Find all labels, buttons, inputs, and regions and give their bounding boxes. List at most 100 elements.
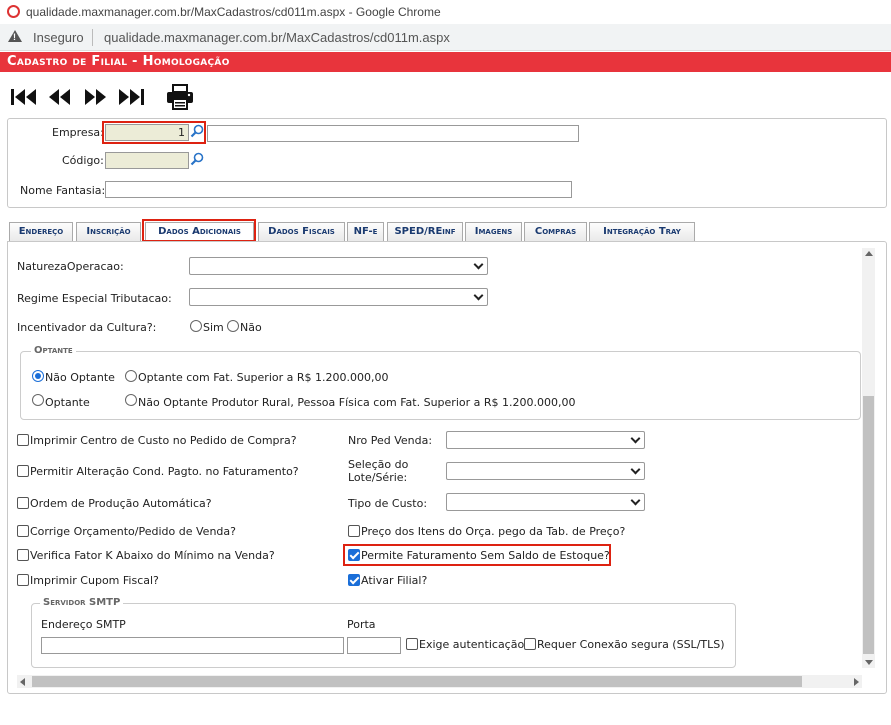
codigo-label: Código: [62, 154, 104, 167]
horizontal-scrollbar[interactable] [17, 675, 862, 688]
permitir-alteracao-checkbox[interactable] [17, 465, 29, 477]
corrige-orcamento-label: Corrige Orçamento/Pedido de Venda? [30, 525, 236, 538]
vertical-scrollbar[interactable] [862, 248, 875, 668]
imprimir-centro-custo-checkbox[interactable] [17, 434, 29, 446]
imprimir-centro-custo-label: Imprimir Centro de Custo no Pedido de Co… [30, 434, 297, 447]
incentivador-nao-radio[interactable] [227, 320, 239, 332]
tab-compras[interactable]: Compras [524, 222, 587, 242]
chevron-down-icon [473, 259, 484, 270]
smtp-fieldset [31, 603, 736, 668]
preco-itens-checkbox[interactable] [348, 525, 360, 537]
tab-imagens[interactable]: Imagens [465, 222, 522, 242]
permitir-alteracao-label: Permitir Alteração Cond. Pagto. no Fatur… [30, 465, 299, 478]
corrige-orcamento-checkbox[interactable] [17, 525, 29, 537]
smtp-porta-label: Porta [347, 618, 376, 631]
chevron-down-icon [473, 290, 484, 301]
permite-faturamento-checkbox[interactable] [348, 549, 360, 561]
nome-fantasia-input[interactable] [105, 181, 572, 198]
smtp-endereco-label: Endereço SMTP [41, 618, 126, 631]
incentivador-label: Incentivador da Cultura?: [17, 321, 157, 334]
tab-bar: Endereço Inscrição Dados Adicionais Dado… [7, 219, 887, 242]
selecao-lote-select[interactable] [446, 462, 645, 480]
smtp-porta-input[interactable] [347, 637, 401, 654]
vertical-scroll-thumb[interactable] [863, 396, 874, 654]
incentivador-sim-label: Sim [203, 321, 224, 334]
chevron-down-icon [630, 495, 641, 506]
verifica-fator-k-checkbox[interactable] [17, 549, 29, 561]
empresa-label: Empresa: [52, 126, 104, 139]
exige-autenticacao-checkbox[interactable] [406, 638, 418, 650]
empresa-search-icon[interactable] [190, 124, 204, 138]
optante-produtor-rural-label: Não Optante Produtor Rural, Pessoa Físic… [138, 396, 576, 409]
address-bar[interactable]: Inseguro qualidade.maxmanager.com.br/Max… [0, 24, 891, 51]
page-title: Cadastro de Filial - Homologação [0, 52, 891, 72]
regime-select[interactable] [189, 288, 488, 306]
tab-sped-reinf[interactable]: SPED/REinf [387, 222, 463, 242]
filial-header-panel: Empresa: 1 Código: Nome Fantasia: [7, 118, 887, 208]
tab-endereco[interactable]: Endereço [9, 222, 73, 242]
verifica-fator-k-label: Verifica Fator K Abaixo do Mínimo na Ven… [30, 549, 275, 562]
previous-record-icon[interactable] [47, 86, 73, 108]
ativar-filial-label: Ativar Filial? [361, 574, 428, 587]
empresa-name-input[interactable] [207, 125, 579, 142]
smtp-legend: Servidor SMTP [40, 597, 124, 608]
selecao-lote-label-1: Seleção do [348, 458, 409, 471]
tipo-custo-select[interactable] [446, 493, 645, 511]
codigo-search-icon[interactable] [190, 152, 204, 166]
last-record-icon[interactable] [118, 86, 146, 108]
scroll-down-icon[interactable] [865, 660, 873, 665]
security-label[interactable]: Inseguro [33, 30, 84, 45]
natureza-select[interactable] [189, 257, 488, 275]
preco-itens-label: Preço dos Itens do Orça. pego da Tab. de… [361, 525, 626, 538]
horizontal-scroll-thumb[interactable] [32, 676, 802, 687]
address-separator [92, 29, 93, 46]
first-record-icon[interactable] [10, 86, 38, 108]
nro-ped-venda-label: Nro Ped Venda: [348, 434, 433, 447]
record-toolbar [0, 80, 891, 114]
ativar-filial-checkbox[interactable] [348, 574, 360, 586]
chevron-down-icon [630, 464, 641, 475]
scroll-up-icon[interactable] [865, 251, 873, 256]
optante-fieldset [20, 351, 861, 420]
scroll-right-icon[interactable] [854, 678, 859, 686]
requer-conexao-segura-label: Requer Conexão segura (SSL/TLS) [537, 638, 725, 651]
next-record-icon[interactable] [83, 86, 109, 108]
chrome-page-icon [7, 5, 20, 18]
optante-nao-optante-label: Não Optante [45, 371, 115, 384]
optante-nao-optante-radio[interactable] [32, 370, 44, 382]
tab-highlight-box [142, 219, 256, 242]
ordem-producao-checkbox[interactable] [17, 497, 29, 509]
selecao-lote-label-2: Lote/Série: [348, 471, 408, 484]
imprimir-cupom-checkbox[interactable] [17, 574, 29, 586]
optante-superior-label: Optante com Fat. Superior a R$ 1.200.000… [138, 371, 389, 384]
requer-conexao-segura-checkbox[interactable] [524, 638, 536, 650]
incentivador-nao-label: Não [240, 321, 262, 334]
imprimir-cupom-label: Imprimir Cupom Fiscal? [30, 574, 159, 587]
tab-nfe[interactable]: NF-e [347, 222, 384, 242]
optante-optante-label: Optante [45, 396, 90, 409]
permite-faturamento-label: Permite Faturamento Sem Saldo de Estoque… [361, 549, 610, 562]
tab-inscricao[interactable]: Inscrição [76, 222, 141, 242]
nro-ped-venda-select[interactable] [446, 431, 645, 449]
tab-integracao-tray[interactable]: Integração Tray [589, 222, 695, 242]
chevron-down-icon [630, 433, 641, 444]
optante-legend: Optante [31, 345, 76, 356]
optante-superior-radio[interactable] [125, 370, 137, 382]
incentivador-sim-radio[interactable] [190, 320, 202, 332]
smtp-endereco-input[interactable] [41, 637, 344, 654]
regime-label: Regime Especial Tributacao: [17, 292, 172, 305]
tab-dados-fiscais[interactable]: Dados Fiscais [258, 222, 345, 242]
ordem-producao-label: Ordem de Produção Automática? [30, 497, 212, 510]
scroll-left-icon[interactable] [20, 678, 25, 686]
warning-icon[interactable] [8, 30, 22, 42]
url-text[interactable]: qualidade.maxmanager.com.br/MaxCadastros… [104, 30, 450, 45]
browser-title-bar: qualidade.maxmanager.com.br/MaxCadastros… [0, 0, 891, 24]
codigo-input[interactable] [105, 152, 189, 169]
nome-fantasia-label: Nome Fantasia: [20, 184, 106, 197]
exige-autenticacao-label: Exige autenticação [419, 638, 525, 651]
natureza-label: NaturezaOperacao: [17, 260, 124, 273]
optante-optante-radio[interactable] [32, 394, 44, 406]
optante-produtor-rural-radio[interactable] [125, 394, 137, 406]
window-title: qualidade.maxmanager.com.br/MaxCadastros… [26, 5, 441, 19]
print-icon[interactable] [166, 83, 194, 110]
